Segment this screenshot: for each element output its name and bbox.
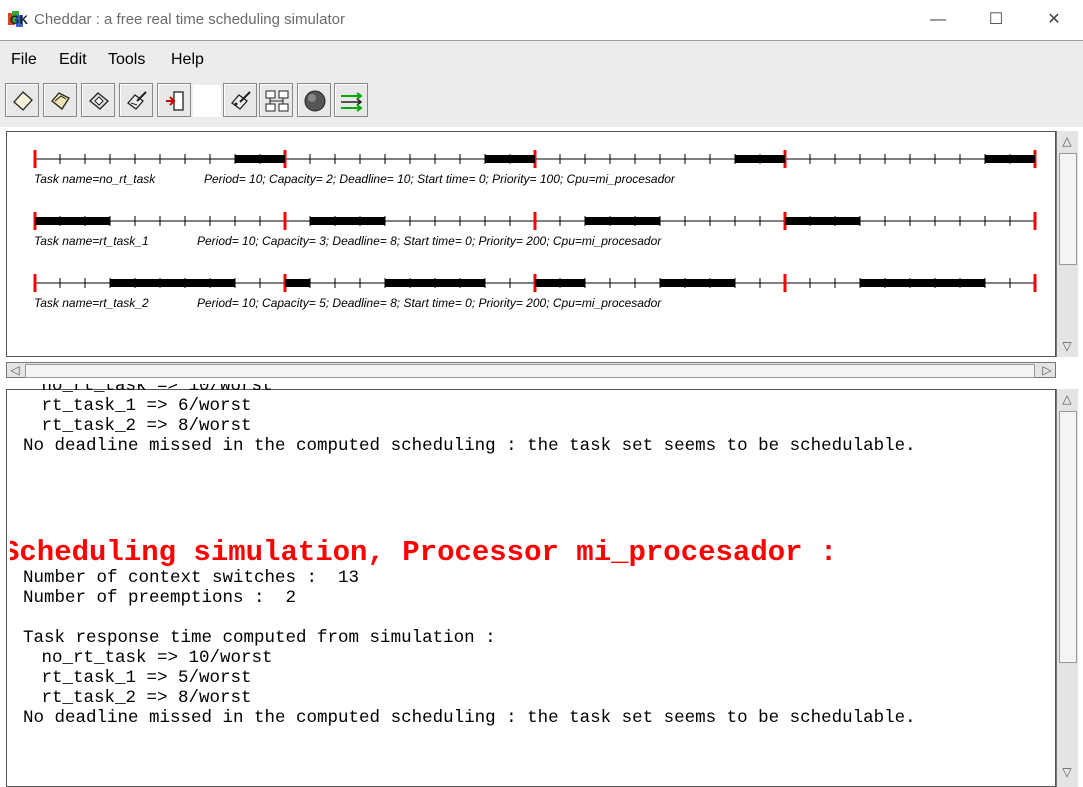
log-line: - No deadline missed in the computed sch… bbox=[10, 708, 916, 728]
scroll-thumb[interactable] bbox=[1059, 153, 1077, 265]
log-line: rt_task_2 => 8/worst bbox=[10, 416, 252, 436]
log-line: rt_task_2 => 8/worst bbox=[10, 688, 252, 708]
execution-bar bbox=[35, 217, 110, 225]
task-params-no-rt-task: Period= 10; Capacity= 2; Deadline= 10; S… bbox=[204, 172, 675, 186]
minimize-button[interactable]: — bbox=[909, 0, 967, 40]
svg-text:GK: GK bbox=[10, 13, 28, 27]
save-disk-icon bbox=[89, 92, 109, 110]
execution-bar bbox=[660, 279, 735, 287]
task-params-rt-task-2: Period= 10; Capacity= 5; Deadline= 8; St… bbox=[197, 296, 662, 310]
new-file-icon bbox=[13, 91, 33, 111]
network-diagram-icon bbox=[265, 90, 289, 112]
scroll-up-icon[interactable]: △ bbox=[1059, 391, 1075, 407]
execution-bar bbox=[785, 217, 860, 225]
timeline-pane[interactable]: Task name=no_rt_task Period= 10; Capacit… bbox=[6, 131, 1056, 357]
menu-bar: File Edit Tools Help bbox=[0, 41, 1083, 77]
schedule-arrows-icon bbox=[341, 92, 363, 112]
title-bar: GK Cheddar : a free real time scheduling… bbox=[0, 0, 1083, 40]
new-file-button[interactable] bbox=[5, 83, 39, 117]
scroll-left-icon[interactable]: ◁ bbox=[7, 362, 23, 378]
scroll-thumb-horizontal[interactable] bbox=[25, 364, 1035, 378]
edit-tools-icon bbox=[127, 91, 147, 110]
execution-bar bbox=[985, 155, 1035, 163]
window-title: Cheddar : a free real time scheduling si… bbox=[34, 11, 345, 28]
execution-bar bbox=[735, 155, 785, 163]
save-button[interactable] bbox=[81, 83, 115, 117]
simulate-sphere-icon bbox=[304, 90, 326, 112]
exit-door-icon bbox=[166, 91, 184, 111]
task-params-rt-task-1: Period= 10; Capacity= 3; Deadline= 8; St… bbox=[197, 234, 662, 248]
exit-button[interactable] bbox=[157, 83, 191, 117]
task-label-no-rt-task: Task name=no_rt_task bbox=[34, 172, 156, 186]
open-folder-icon bbox=[51, 92, 70, 110]
edit-tools-button[interactable] bbox=[119, 83, 153, 117]
menu-tools[interactable]: Tools bbox=[108, 51, 145, 69]
toolbar bbox=[0, 77, 1083, 127]
task-label-rt-task-2: Task name=rt_task_2 bbox=[34, 296, 149, 310]
execution-bar bbox=[485, 155, 535, 163]
execution-bar bbox=[585, 217, 660, 225]
scroll-thumb[interactable] bbox=[1059, 411, 1077, 663]
scroll-right-icon[interactable]: ▷ bbox=[1039, 362, 1055, 378]
execution-bar bbox=[310, 217, 385, 225]
execution-bar bbox=[110, 279, 235, 287]
maximize-button[interactable]: ☐ bbox=[967, 0, 1025, 40]
schedule-button[interactable] bbox=[334, 83, 368, 117]
edit-system-icon bbox=[231, 91, 251, 110]
menu-edit[interactable]: Edit bbox=[59, 51, 87, 69]
log-line: - Task response time computed from simul… bbox=[10, 628, 496, 648]
log-vertical-scrollbar[interactable]: △ ▽ bbox=[1056, 389, 1078, 787]
execution-bar bbox=[535, 279, 585, 287]
timeline-horizontal-scrollbar[interactable]: ◁ ▷ bbox=[6, 362, 1056, 378]
gtk-logo-icon: GK bbox=[8, 11, 28, 27]
simulate-button[interactable] bbox=[297, 83, 331, 117]
open-button[interactable] bbox=[43, 83, 77, 117]
log-line: - Number of preemptions : 2 bbox=[10, 588, 297, 608]
toolbar-spacer bbox=[193, 85, 221, 117]
execution-bar bbox=[860, 279, 985, 287]
timeline-vertical-scrollbar[interactable]: △ ▽ bbox=[1056, 131, 1078, 357]
network-button[interactable] bbox=[259, 83, 293, 117]
execution-bar bbox=[285, 279, 310, 287]
scroll-up-icon[interactable]: △ bbox=[1059, 133, 1075, 149]
simulation-log: no_rt_task => 10/worst rt_task_1 => 6/wo… bbox=[10, 384, 1050, 780]
edit-system-button[interactable] bbox=[223, 83, 257, 117]
log-heading: Scheduling simulation, Processor mi_proc… bbox=[10, 536, 838, 569]
execution-bar bbox=[235, 155, 285, 163]
log-line: rt_task_1 => 6/worst bbox=[10, 396, 252, 416]
scroll-down-icon[interactable]: ▽ bbox=[1059, 338, 1075, 354]
menu-file[interactable]: File bbox=[11, 51, 37, 69]
menu-help[interactable]: Help bbox=[171, 51, 204, 69]
log-line: no_rt_task => 10/worst bbox=[10, 648, 273, 668]
scroll-down-icon[interactable]: ▽ bbox=[1059, 764, 1075, 780]
close-button[interactable]: ✕ bbox=[1025, 0, 1083, 40]
task-label-rt-task-1: Task name=rt_task_1 bbox=[34, 234, 149, 248]
execution-bar bbox=[385, 279, 485, 287]
log-line: - Number of context switches : 13 bbox=[10, 568, 360, 588]
log-line: - No deadline missed in the computed sch… bbox=[10, 436, 916, 456]
log-line: no_rt_task => 10/worst bbox=[10, 384, 273, 396]
log-line: rt_task_1 => 5/worst bbox=[10, 668, 252, 688]
